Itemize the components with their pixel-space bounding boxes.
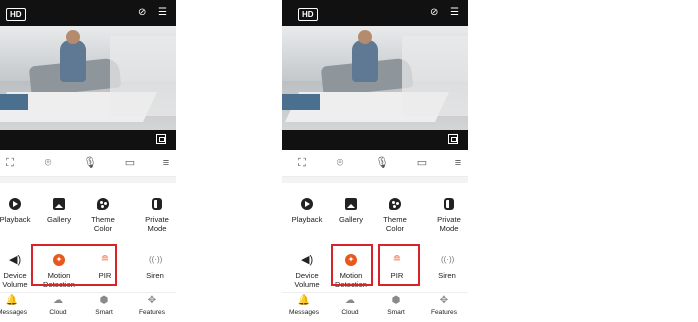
feature-private-mode[interactable]: Private Mode (426, 198, 468, 233)
fullscreen-icon[interactable] (448, 134, 458, 144)
video-top-bar: HD ⊘ ☰ (0, 0, 176, 26)
bottom-navigation: 🔔 Messages ☁ Cloud ⬢ Smart ✥ Features (282, 292, 468, 322)
expand-icon[interactable]: ⛶ (294, 155, 310, 171)
fullscreen-icon[interactable] (156, 134, 166, 144)
highlight-box (31, 244, 117, 286)
more-menu-icon[interactable]: ≡ (450, 155, 466, 171)
video-bottom-bar (0, 130, 176, 150)
nav-cloud[interactable]: ☁ Cloud (330, 296, 370, 317)
palette-icon (97, 198, 109, 210)
control-toolbar: ⛶ ⌾ 🎙 ▭ ≡ (0, 150, 176, 177)
microphone-icon[interactable]: 🎙 (82, 155, 98, 171)
smart-icon: ⬢ (99, 295, 109, 306)
gallery-icon (345, 198, 357, 210)
speaker-icon: ◀) (301, 254, 314, 266)
feature-playback[interactable]: Playback (284, 198, 330, 224)
control-toolbar: ⛶ ⌾ 🎙 ▭ ≡ (282, 150, 468, 177)
highlight-box (331, 244, 373, 286)
feature-private-mode[interactable]: Private Mode (134, 198, 176, 233)
app-screen-left: HD ⊘ ☰ ⛶ ⌾ 🎙 ▭ ≡ Playback Gallery Theme … (0, 0, 176, 322)
smart-icon: ⬢ (391, 295, 401, 306)
more-menu-icon[interactable]: ≡ (158, 155, 174, 171)
bell-icon: 🔔 (297, 295, 311, 306)
feature-playback[interactable]: Playback (0, 198, 38, 224)
highlight-box (378, 244, 420, 286)
bell-icon: 🔔 (5, 295, 19, 306)
camera-icon[interactable]: ⌾ (332, 155, 348, 171)
mute-icon[interactable]: ⊘ (138, 7, 146, 19)
palette-icon (389, 198, 401, 210)
nav-cloud[interactable]: ☁ Cloud (38, 296, 78, 317)
features-icon: ✥ (439, 295, 449, 306)
camera-feed[interactable] (282, 26, 468, 130)
video-top-bar: HD ⊘ ☰ (282, 0, 468, 26)
camera-feed[interactable] (0, 26, 176, 130)
feature-gallery[interactable]: Gallery (328, 198, 374, 224)
feature-gallery[interactable]: Gallery (36, 198, 82, 224)
bottom-navigation: 🔔 Messages ☁ Cloud ⬢ Smart ✥ Features (0, 292, 176, 322)
feature-siren[interactable]: ((·)) Siren (424, 254, 468, 280)
microphone-icon[interactable]: 🎙 (374, 155, 390, 171)
camera-icon[interactable]: ⌾ (40, 155, 56, 171)
nav-smart[interactable]: ⬢ Smart (84, 296, 124, 317)
gallery-icon (53, 198, 65, 210)
expand-icon[interactable]: ⛶ (2, 155, 18, 171)
privacy-icon (152, 198, 162, 210)
privacy-icon (444, 198, 454, 210)
nav-messages[interactable]: 🔔 Messages (284, 296, 324, 317)
feature-theme-color[interactable]: Theme Color (80, 198, 126, 233)
record-icon[interactable]: ▭ (414, 155, 430, 171)
mute-icon[interactable]: ⊘ (430, 7, 438, 19)
app-screen-right: HD ⊘ ☰ ⛶ ⌾ 🎙 ▭ ≡ Playback Gallery Theme … (282, 0, 468, 322)
nav-smart[interactable]: ⬢ Smart (376, 296, 416, 317)
hd-badge[interactable]: HD (6, 8, 26, 21)
nav-features[interactable]: ✥ Features (132, 296, 172, 317)
cloud-icon: ☁ (53, 295, 63, 306)
feature-device-volume[interactable]: ◀) Device Volume (284, 254, 330, 289)
play-icon (301, 198, 313, 210)
nav-features[interactable]: ✥ Features (424, 296, 464, 317)
features-icon: ✥ (147, 295, 157, 306)
speaker-icon: ◀) (9, 254, 22, 266)
video-bottom-bar (282, 130, 468, 150)
record-icon[interactable]: ▭ (122, 155, 138, 171)
hd-badge[interactable]: HD (298, 8, 318, 21)
feature-theme-color[interactable]: Theme Color (372, 198, 418, 233)
feature-siren[interactable]: ((·)) Siren (132, 254, 176, 280)
menu-icon[interactable]: ☰ (158, 7, 167, 19)
nav-messages[interactable]: 🔔 Messages (0, 296, 32, 317)
play-icon (9, 198, 21, 210)
cloud-icon: ☁ (345, 295, 355, 306)
siren-icon: ((·)) (149, 255, 163, 264)
menu-icon[interactable]: ☰ (450, 7, 459, 19)
siren-icon: ((·)) (441, 255, 455, 264)
